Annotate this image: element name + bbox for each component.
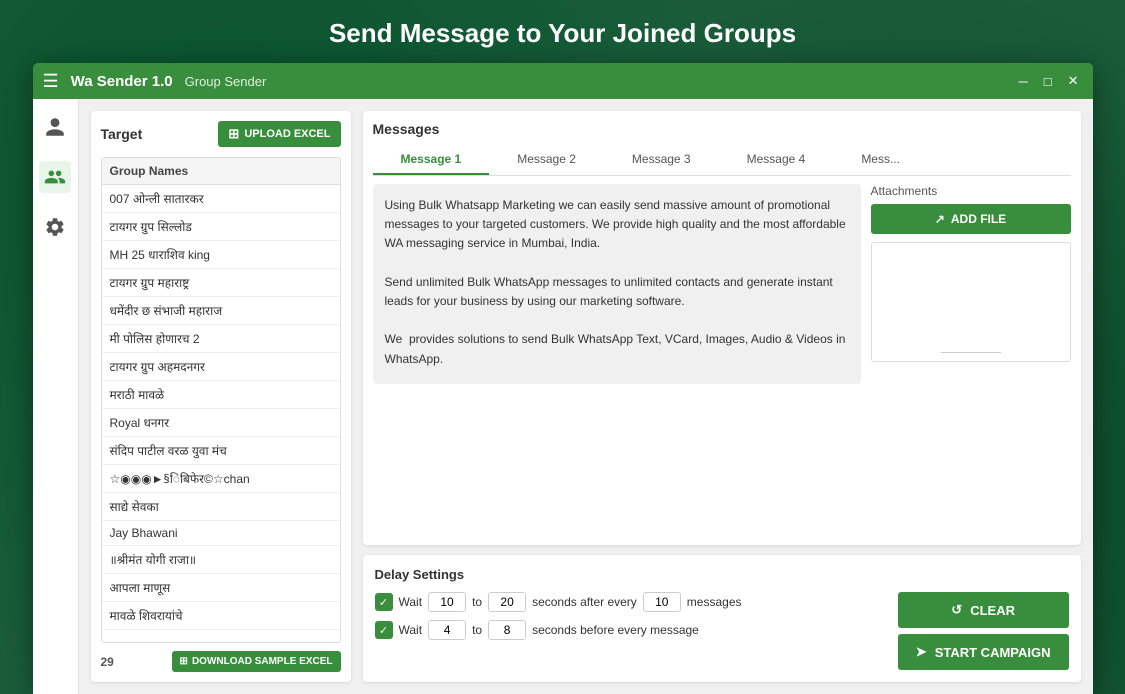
table-row[interactable]: MH 25 धाराशिव king [102,241,340,269]
message-tabs: Message 1Message 2Message 3Message 4Mess… [373,145,1071,176]
page-title-bar: Send Message to Your Joined Groups [0,0,1125,63]
send-icon: ➤ [916,644,927,660]
attachment-line [941,352,1001,353]
delay-row-1: ✓ Wait to seconds after every messages [375,592,898,612]
message-tab-4[interactable]: Message 4 [719,145,834,175]
delay-input-min-2[interactable] [428,620,466,640]
app-name: Wa Sender 1.0 [71,73,173,90]
table-row[interactable]: मराठी माव​ळे [102,381,340,409]
app-window: ☰ Wa Sender 1.0 Group Sender ─ □ ✕ [33,63,1093,694]
delay-wait-2: Wait [399,623,423,637]
sidebar-icon-settings[interactable] [39,211,71,243]
download-sample-label: DOWNLOAD SAMPLE EXCEL [192,656,333,667]
title-bar-left: ☰ Wa Sender 1.0 Group Sender [43,71,267,92]
add-file-label: ADD FILE [951,212,1006,226]
delay-input-max-1[interactable] [488,592,526,612]
right-panel: Messages Message 1Message 2Message 3Mess… [363,111,1081,682]
delay-rows-area: ✓ Wait to seconds after every messages [375,592,898,648]
delay-bottom: ✓ Wait to seconds after every messages [375,592,1069,670]
app-subtitle: Group Sender [185,74,267,89]
minimize-button[interactable]: ─ [1015,74,1032,89]
title-bar-controls: ─ □ ✕ [1015,73,1083,89]
table-row[interactable]: टायगर ग्रुप सिल्लोड [102,213,340,241]
message-tab-1[interactable]: Message 1 [373,145,490,175]
delay-suffix-1: seconds after every [532,595,637,609]
hamburger-icon[interactable]: ☰ [43,71,59,92]
excel-icon: ⊞ [228,126,239,142]
clear-icon: ↺ [951,602,962,618]
delay-right-buttons: ↺ CLEAR ➤ START CAMPAIGN [898,592,1069,670]
start-campaign-button[interactable]: ➤ START CAMPAIGN [898,634,1069,670]
delay-to-1: to [472,595,482,609]
attachment-box [871,242,1071,362]
table-row[interactable]: धमेंदीर छ संभाजी महाराज [102,297,340,325]
message-tab-2[interactable]: Message 2 [489,145,604,175]
group-table-header: Group Names [102,158,340,185]
attachments-label: Attachments [871,184,1071,198]
delay-suffix2-1: messages [687,595,742,609]
delay-input-max-2[interactable] [488,620,526,640]
table-row[interactable]: Royal धनगर [102,409,340,437]
delay-title: Delay Settings [375,567,1069,582]
clear-label: CLEAR [970,603,1015,618]
table-row[interactable]: मी पोलिस होणारच 2 [102,325,340,353]
attachments-panel: Attachments ↗ ADD FILE [871,184,1071,384]
table-row[interactable]: आपला माणूस [102,574,340,602]
table-row[interactable]: संदिप पाटील वरळ युवा मंच [102,437,340,465]
delay-input-min-1[interactable] [428,592,466,612]
table-row[interactable]: ☆◉◉◉►§िबिफेर©☆chan [102,465,340,493]
add-file-button[interactable]: ↗ ADD FILE [871,204,1071,234]
delay-wait-1: Wait [399,595,423,609]
target-label: Target [101,126,143,142]
close-button[interactable]: ✕ [1064,73,1083,89]
maximize-button[interactable]: □ [1040,74,1056,89]
upload-excel-label: UPLOAD EXCEL [244,128,330,140]
delay-suffix-2: seconds before every message [532,623,699,637]
table-row[interactable]: साद्ये सेवका [102,493,340,521]
delay-checkbox-1[interactable]: ✓ [375,593,393,611]
messages-panel: Messages Message 1Message 2Message 3Mess… [363,111,1081,545]
delay-row-2: ✓ Wait to seconds before every message [375,620,898,640]
table-row[interactable]: Jay Bhawani [102,521,340,546]
download-sample-button[interactable]: ⊞ DOWNLOAD SAMPLE EXCEL [172,651,341,672]
table-row[interactable]: ॥श्रीमंत योगी राजा॥ [102,546,340,574]
page-title: Send Message to Your Joined Groups [329,18,796,48]
left-panel-header: Target ⊞ UPLOAD EXCEL [101,121,341,147]
left-panel-footer: 29 ⊞ DOWNLOAD SAMPLE EXCEL [101,651,341,672]
main-content: Target ⊞ UPLOAD EXCEL Group Names 007 ओन… [79,99,1093,694]
app-body: Target ⊞ UPLOAD EXCEL Group Names 007 ओन… [33,99,1093,694]
sidebar-icon-person[interactable] [39,111,71,143]
start-label: START CAMPAIGN [935,645,1051,660]
table-row[interactable]: टायगर ग्रुप महाराष्ट्र [102,269,340,297]
file-icon: ↗ [935,212,945,226]
group-table: Group Names 007 ओन्ली सातारकरटायगर ग्रुप… [101,157,341,643]
delay-to-2: to [472,623,482,637]
message-content-area: Attachments ↗ ADD FILE [373,184,1071,384]
messages-title: Messages [373,121,1071,137]
excel-icon-download: ⊞ [180,656,188,667]
delay-input-count-1[interactable] [643,592,681,612]
group-rows-container: 007 ओन्ली सातारकरटायगर ग्रुप सिल्लोडMH 2… [102,185,340,630]
table-row[interactable]: टायगर ग्रुप अहमदनगर [102,353,340,381]
upload-excel-button[interactable]: ⊞ UPLOAD EXCEL [218,121,340,147]
title-bar: ☰ Wa Sender 1.0 Group Sender ─ □ ✕ [33,63,1093,99]
delay-checkbox-2[interactable]: ✓ [375,621,393,639]
message-tab-5[interactable]: Mess... [833,145,928,175]
left-panel: Target ⊞ UPLOAD EXCEL Group Names 007 ओन… [91,111,351,682]
table-row[interactable]: 007 ओन्ली सातारकर [102,185,340,213]
table-row[interactable]: माव​ळे शिवरायांचे [102,602,340,630]
delay-panel: Delay Settings ✓ Wait to seconds after e… [363,555,1081,682]
message-textarea[interactable] [373,184,861,384]
row-count: 29 [101,655,114,669]
clear-button[interactable]: ↺ CLEAR [898,592,1069,628]
message-tab-3[interactable]: Message 3 [604,145,719,175]
sidebar-icon-group[interactable] [39,161,71,193]
sidebar [33,99,79,694]
